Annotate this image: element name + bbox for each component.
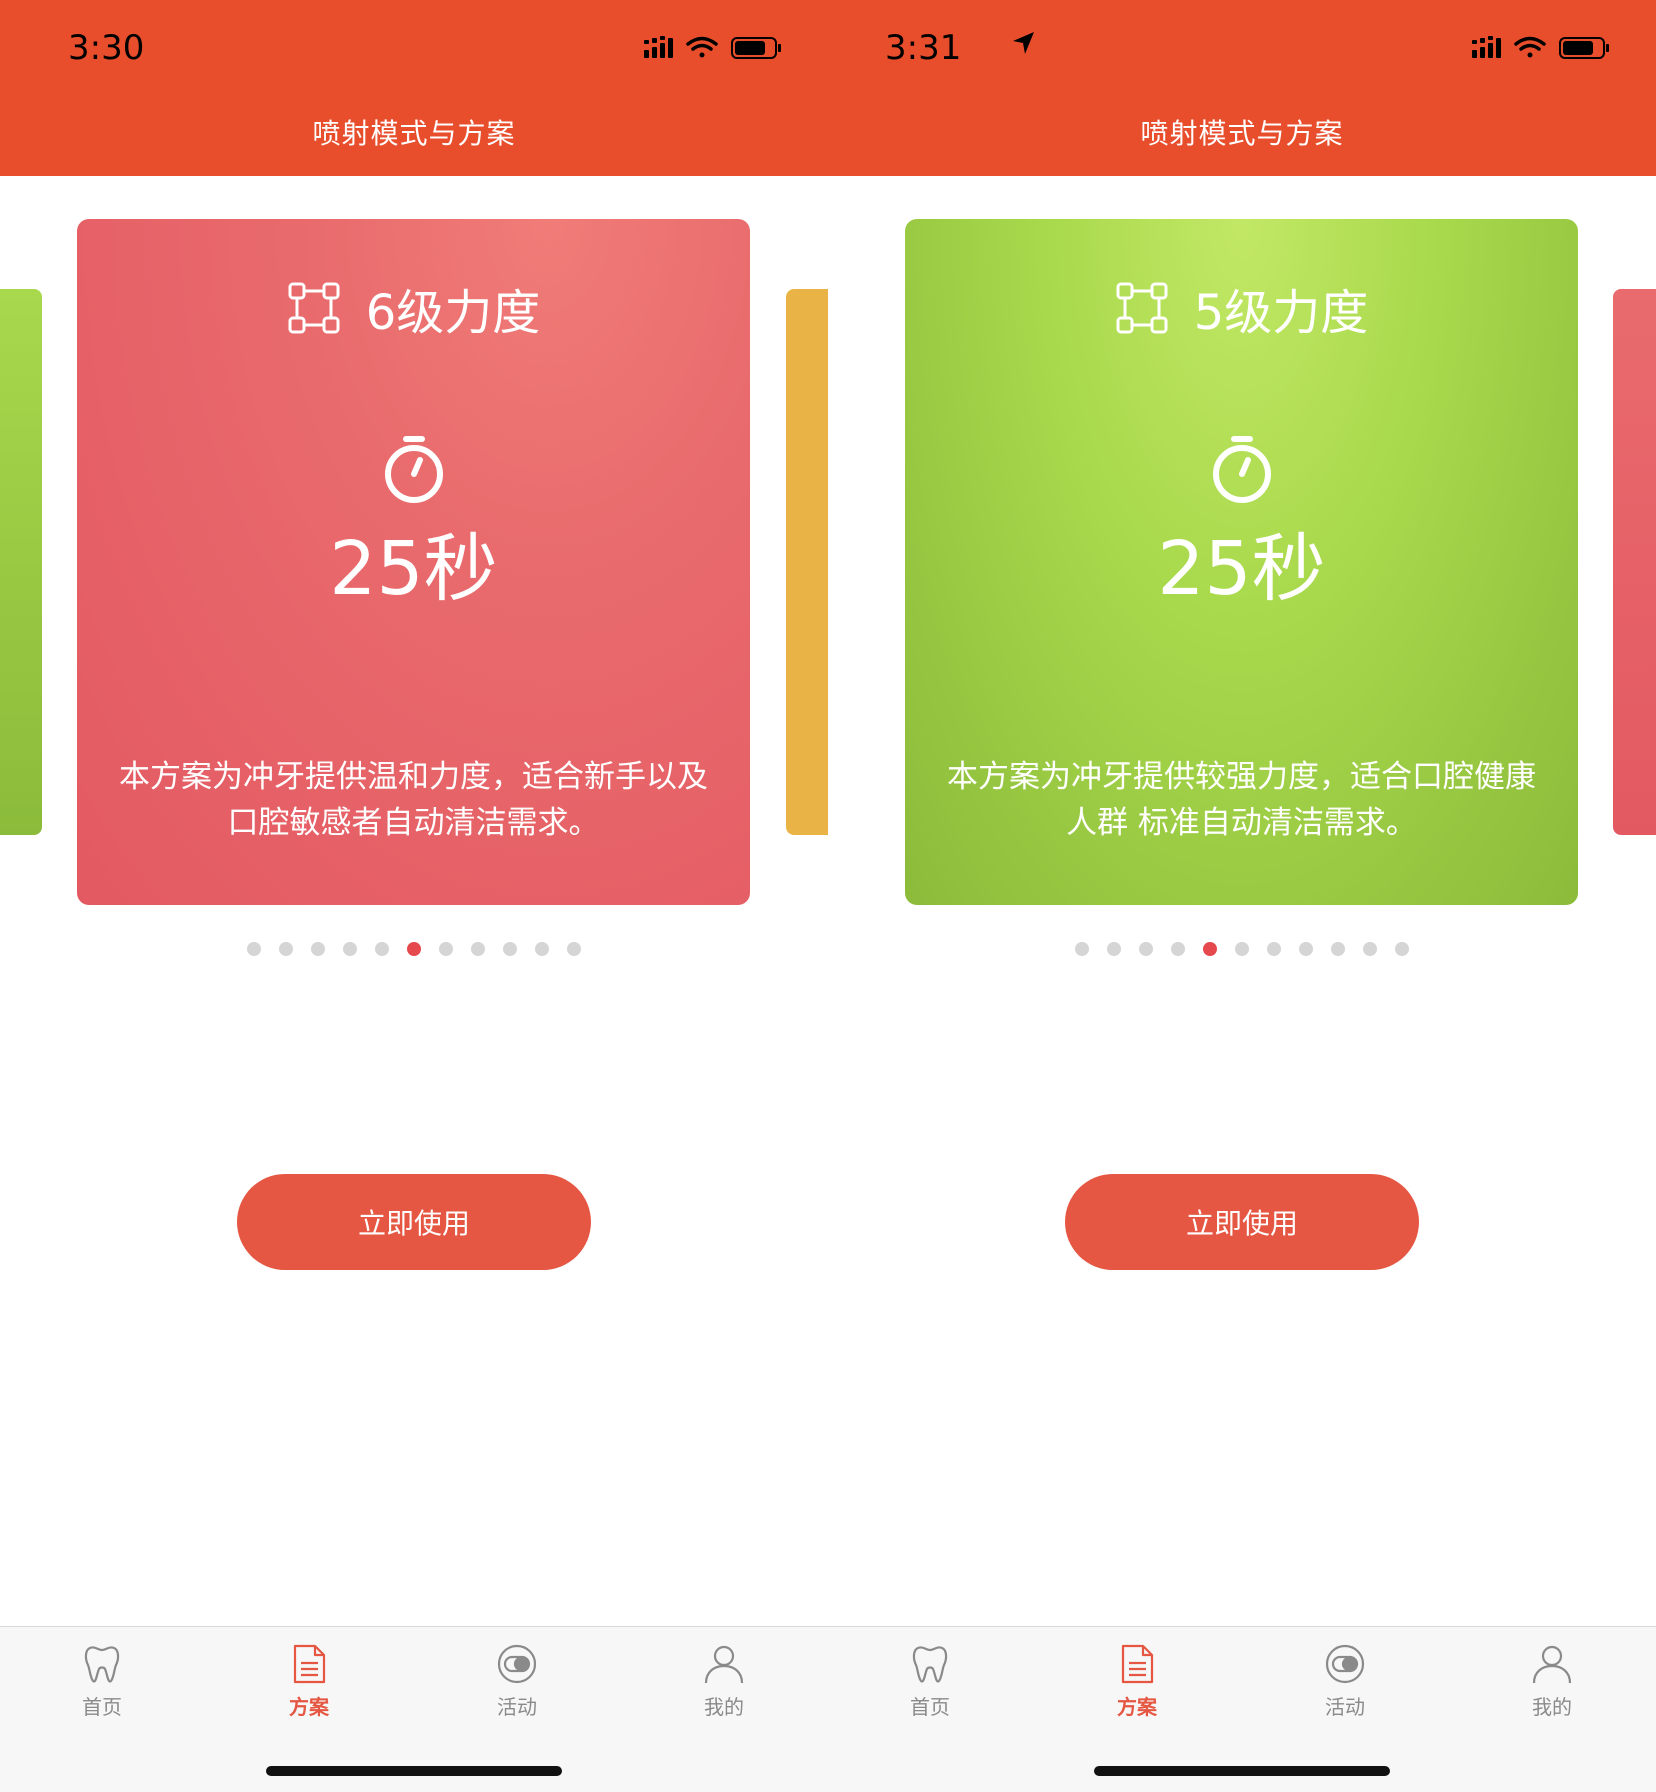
stopwatch-icon <box>385 436 443 503</box>
pager-dot[interactable] <box>567 942 581 956</box>
pager-dot[interactable] <box>1075 942 1089 956</box>
pager-dot[interactable] <box>1299 942 1313 956</box>
pager-dots[interactable] <box>828 942 1656 958</box>
tab-plans[interactable]: 方案 <box>249 1643 369 1720</box>
pager-dots[interactable] <box>0 942 828 958</box>
wifi-icon <box>1514 36 1546 58</box>
pager-dot[interactable] <box>1267 942 1281 956</box>
pager-dot[interactable] <box>311 942 325 956</box>
user-icon <box>1532 1645 1572 1684</box>
battery-icon <box>731 37 781 59</box>
strength-level: 5级力度 <box>1193 285 1369 341</box>
duration-text: 25秒 <box>1157 526 1326 612</box>
tab-profile[interactable]: 我的 <box>1492 1643 1612 1720</box>
toggle-icon <box>1325 1644 1365 1684</box>
battery-icon <box>1559 37 1609 59</box>
pager-dot[interactable] <box>1171 942 1185 956</box>
page-title: 喷射模式与方案 <box>312 117 516 150</box>
tab-home[interactable]: 首页 <box>870 1643 990 1720</box>
home-indicator <box>266 1766 562 1776</box>
tab-label-profile: 我的 <box>704 1695 744 1719</box>
screens-container: 3:30 喷射模式与方案 6级力度 25秒 本方案为冲牙提供温和力度，适合新手以… <box>0 0 1656 1792</box>
tab-activity[interactable]: 活动 <box>457 1643 577 1720</box>
tab-home[interactable]: 首页 <box>42 1643 162 1720</box>
status-time: 3:31 <box>885 28 1034 68</box>
location-arrow-icon <box>1013 32 1034 54</box>
pager-dot[interactable] <box>471 942 485 956</box>
cellular-signal-icon <box>644 36 673 58</box>
status-time: 3:30 <box>68 28 145 68</box>
pager-dot[interactable] <box>535 942 549 956</box>
header-bar: 3:31 喷射模式与方案 <box>828 0 1656 176</box>
tab-label-home: 首页 <box>82 1695 122 1719</box>
intensity-icon <box>1116 282 1168 334</box>
plan-description: 本方案为冲牙提供较强力度，适合口腔健康人群 标准自动清洁需求。 <box>947 759 1536 841</box>
card-header: 6级力度 <box>77 273 750 341</box>
pager-dot[interactable] <box>1331 942 1345 956</box>
card-header: 5级力度 <box>905 273 1578 341</box>
pager-dot-active[interactable] <box>1203 942 1217 956</box>
pager-dot-active[interactable] <box>407 942 421 956</box>
document-icon <box>1121 1644 1154 1684</box>
tab-plans[interactable]: 方案 <box>1077 1643 1197 1720</box>
user-icon <box>704 1645 744 1684</box>
use-now-button[interactable]: 立即使用 <box>237 1174 591 1270</box>
duration-text: 25秒 <box>329 526 498 612</box>
screen-left: 3:30 喷射模式与方案 6级力度 25秒 本方案为冲牙提供温和力度，适合新手以… <box>0 0 828 1792</box>
status-icons <box>1472 36 1609 59</box>
carousel-peek-card-next[interactable] <box>786 289 828 835</box>
status-icons <box>644 36 781 59</box>
header-bar: 3:30 喷射模式与方案 <box>0 0 828 176</box>
stopwatch-icon <box>1213 436 1271 503</box>
tooth-icon <box>84 1646 120 1683</box>
home-indicator <box>1094 1766 1390 1776</box>
tab-label-activity: 活动 <box>497 1695 537 1719</box>
tab-label-profile: 我的 <box>1532 1695 1572 1719</box>
pager-dot[interactable] <box>439 942 453 956</box>
strength-level: 6级力度 <box>365 285 541 341</box>
pager-dot[interactable] <box>1235 942 1249 956</box>
tab-label-plans: 方案 <box>289 1695 329 1719</box>
pager-dot[interactable] <box>247 942 261 956</box>
pager-dot[interactable] <box>279 942 293 956</box>
pager-dot[interactable] <box>1107 942 1121 956</box>
carousel-peek-card-prev[interactable] <box>0 289 42 835</box>
document-icon <box>293 1644 326 1684</box>
tab-activity[interactable]: 活动 <box>1285 1643 1405 1720</box>
status-time-text: 3:31 <box>885 28 962 68</box>
cellular-signal-icon <box>1472 36 1501 58</box>
tab-profile[interactable]: 我的 <box>664 1643 784 1720</box>
wifi-icon <box>686 36 718 58</box>
intensity-icon <box>288 282 340 334</box>
tab-label-home: 首页 <box>910 1695 950 1719</box>
tooth-icon <box>912 1646 948 1683</box>
pager-dot[interactable] <box>1363 942 1377 956</box>
tab-label-plans: 方案 <box>1117 1695 1157 1719</box>
carousel-peek-card-next[interactable] <box>1613 289 1656 835</box>
pager-dot[interactable] <box>1139 942 1153 956</box>
pager-dot[interactable] <box>375 942 389 956</box>
pager-dot[interactable] <box>343 942 357 956</box>
use-now-button[interactable]: 立即使用 <box>1065 1174 1419 1270</box>
tab-label-activity: 活动 <box>1325 1695 1365 1719</box>
plan-card[interactable]: 6级力度 25秒 本方案为冲牙提供温和力度，适合新手以及口腔敏感者自动清洁需求。 <box>77 219 750 905</box>
page-title: 喷射模式与方案 <box>1140 117 1344 150</box>
toggle-icon <box>497 1644 537 1684</box>
screen-right: 3:31 喷射模式与方案 5级力度 25秒 本方案为冲牙提供较强力度，适合口腔健… <box>828 0 1656 1792</box>
pager-dot[interactable] <box>503 942 517 956</box>
plan-card[interactable]: 5级力度 25秒 本方案为冲牙提供较强力度，适合口腔健康人群 标准自动清洁需求。 <box>905 219 1578 905</box>
plan-description: 本方案为冲牙提供温和力度，适合新手以及口腔敏感者自动清洁需求。 <box>119 759 708 841</box>
pager-dot[interactable] <box>1395 942 1409 956</box>
